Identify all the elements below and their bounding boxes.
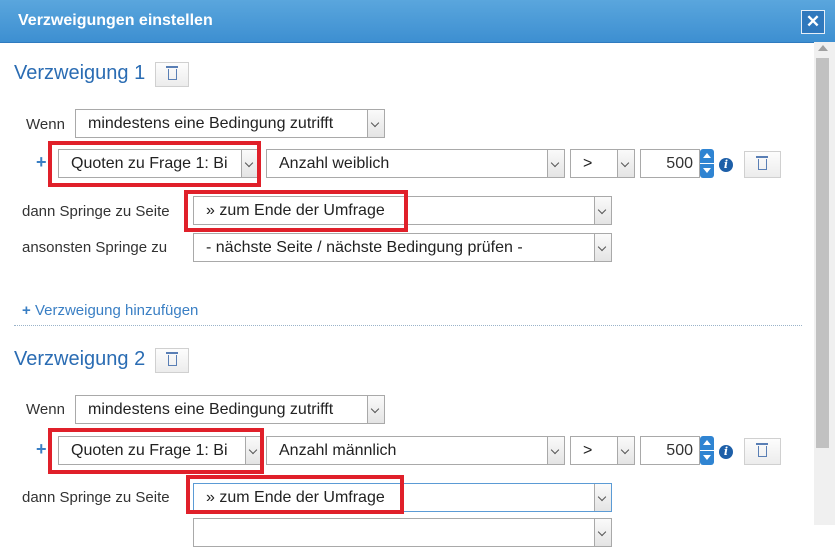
branch-2-condition-field-value: Anzahl männlich (279, 442, 397, 459)
info-icon[interactable]: i (719, 445, 733, 459)
dialog-title-bar: Verzweigungen einstellen ✕ (0, 0, 835, 43)
branch-2-if-value: mindestens eine Bedingung zutrifft (88, 401, 334, 418)
chevron-down-icon (367, 110, 384, 137)
stepper-up-icon[interactable] (700, 436, 714, 450)
branch-1-else-value: - nächste Seite / nächste Bedingung prüf… (206, 239, 523, 256)
chevron-down-icon (594, 519, 611, 546)
branch-2-then-label: dann Springe zu Seite (22, 489, 170, 506)
branch-2-heading: Verzweigung 2 (14, 348, 146, 370)
info-icon[interactable]: i (719, 158, 733, 172)
chevron-down-icon (547, 150, 564, 177)
branch-2-else-select[interactable] (193, 518, 612, 547)
branch-1-if-label: Wenn (26, 116, 65, 133)
branch-1-else-select[interactable]: - nächste Seite / nächste Bedingung prüf… (193, 233, 612, 262)
branch-2-operator-select[interactable]: > (570, 436, 635, 465)
scrollbar-thumb[interactable] (816, 58, 829, 448)
dialog-title: Verzweigungen einstellen (18, 12, 213, 29)
branch-2-number-input[interactable]: 500 (640, 436, 700, 465)
add-branch-label: Verzweigung hinzufügen (34, 302, 199, 319)
highlight-box (186, 475, 404, 514)
chevron-down-icon (594, 234, 611, 261)
chevron-down-icon (547, 437, 564, 464)
branch-1-then-label: dann Springe zu Seite (22, 203, 170, 220)
branch-2-condition-field-select[interactable]: Anzahl männlich (266, 436, 565, 465)
chevron-down-icon (594, 484, 611, 511)
chevron-down-icon (594, 197, 611, 224)
chevron-down-icon (367, 396, 384, 423)
branch-1-if-select[interactable]: mindestens eine Bedingung zutrifft (75, 109, 385, 138)
branch-1-else-label: ansonsten Springe zu (22, 239, 168, 256)
plus-icon: + (22, 302, 31, 319)
branch-1-number-stepper[interactable] (700, 149, 714, 178)
branch-1-condition-delete-button[interactable] (744, 151, 781, 178)
stepper-up-icon[interactable] (700, 149, 714, 163)
highlight-box (184, 190, 408, 232)
branch-2-operator-value: > (583, 442, 593, 459)
trash-icon (166, 66, 178, 80)
branch-2-number-stepper[interactable] (700, 436, 714, 465)
branch-2-add-condition-icon[interactable]: + (36, 439, 47, 460)
branch-1-condition-field-value: Anzahl weiblich (279, 155, 390, 172)
branch-1-condition-field-select[interactable]: Anzahl weiblich (266, 149, 565, 178)
branch-2-condition-delete-button[interactable] (744, 438, 781, 465)
branch-1-operator-value: > (583, 155, 593, 172)
stepper-down-icon[interactable] (700, 164, 714, 178)
section-divider (14, 325, 802, 326)
branch-1-if-value: mindestens eine Bedingung zutrifft (88, 115, 334, 132)
stepper-down-icon[interactable] (700, 451, 714, 465)
branch-2-if-label: Wenn (26, 401, 65, 418)
close-button[interactable]: ✕ (801, 10, 825, 34)
branch-1-operator-select[interactable]: > (570, 149, 635, 178)
branch-1-delete-button[interactable] (155, 62, 189, 87)
trash-icon (756, 156, 768, 170)
branch-1-number-input[interactable]: 500 (640, 149, 700, 178)
trash-icon (166, 352, 178, 366)
branch-2-if-select[interactable]: mindestens eine Bedingung zutrifft (75, 395, 385, 424)
close-icon: ✕ (805, 12, 821, 31)
add-branch-link[interactable]: + Verzweigung hinzufügen (22, 302, 198, 319)
branch-1-add-condition-icon[interactable]: + (36, 152, 47, 173)
trash-icon (756, 443, 768, 457)
chevron-down-icon (617, 437, 634, 464)
highlight-box (48, 428, 264, 474)
scroll-up-icon[interactable] (818, 45, 828, 51)
branch-1-heading: Verzweigung 1 (14, 62, 146, 84)
branch-2-delete-button[interactable] (155, 348, 189, 373)
chevron-down-icon (617, 150, 634, 177)
highlight-box (48, 141, 261, 187)
